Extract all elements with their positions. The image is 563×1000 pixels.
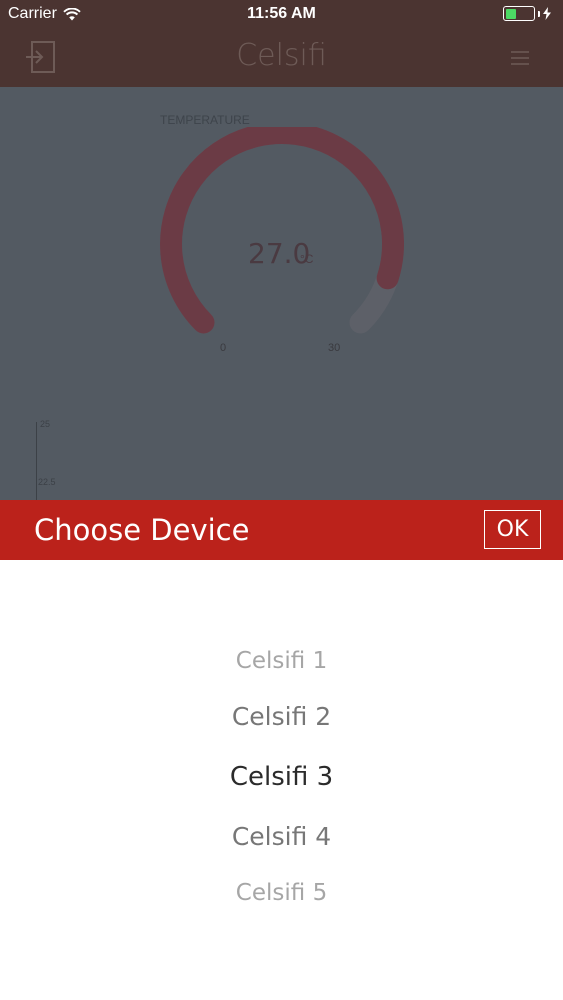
- graph-tick-mid: 22.5: [38, 477, 56, 487]
- temperature-label: TEMPERATURE: [160, 113, 250, 127]
- gauge-max-label: 30: [328, 342, 341, 354]
- app-header: Celsifi: [0, 28, 563, 87]
- temperature-unit: °C: [300, 252, 314, 266]
- picker-header: Choose Device OK: [0, 500, 563, 560]
- battery-group: [503, 6, 551, 21]
- status-bar: Carrier 11:56 AM: [0, 0, 563, 28]
- graph-axis: [36, 422, 37, 500]
- picker-option-4[interactable]: Celsifi 4: [0, 822, 563, 851]
- battery-icon: [503, 6, 535, 21]
- ok-button[interactable]: OK: [484, 510, 541, 549]
- gauge-min-label: 0: [220, 342, 227, 354]
- dimmed-app-content: TEMPERATURE 27.0 °C 0 30 25 22.5: [0, 87, 563, 500]
- menu-icon[interactable]: [511, 50, 529, 66]
- device-picker-wheel[interactable]: Celsifi 1 Celsifi 2 Celsifi 3 Celsifi 4 …: [0, 560, 563, 1000]
- picker-title: Choose Device: [34, 513, 250, 547]
- picker-option-5[interactable]: Celsifi 5: [0, 880, 563, 906]
- clock-time: 11:56 AM: [247, 5, 316, 22]
- charging-bolt-icon: [543, 7, 551, 20]
- app-title: Celsifi: [236, 38, 327, 73]
- picker-option-3-selected[interactable]: Celsifi 3: [0, 762, 563, 792]
- graph-tick-top: 25: [40, 419, 51, 429]
- gauge-value-arc: [160, 127, 405, 334]
- picker-option-2[interactable]: Celsifi 2: [0, 702, 563, 731]
- battery-level: [505, 8, 517, 19]
- battery-tip: [538, 10, 540, 17]
- picker-option-1[interactable]: Celsifi 1: [0, 648, 563, 674]
